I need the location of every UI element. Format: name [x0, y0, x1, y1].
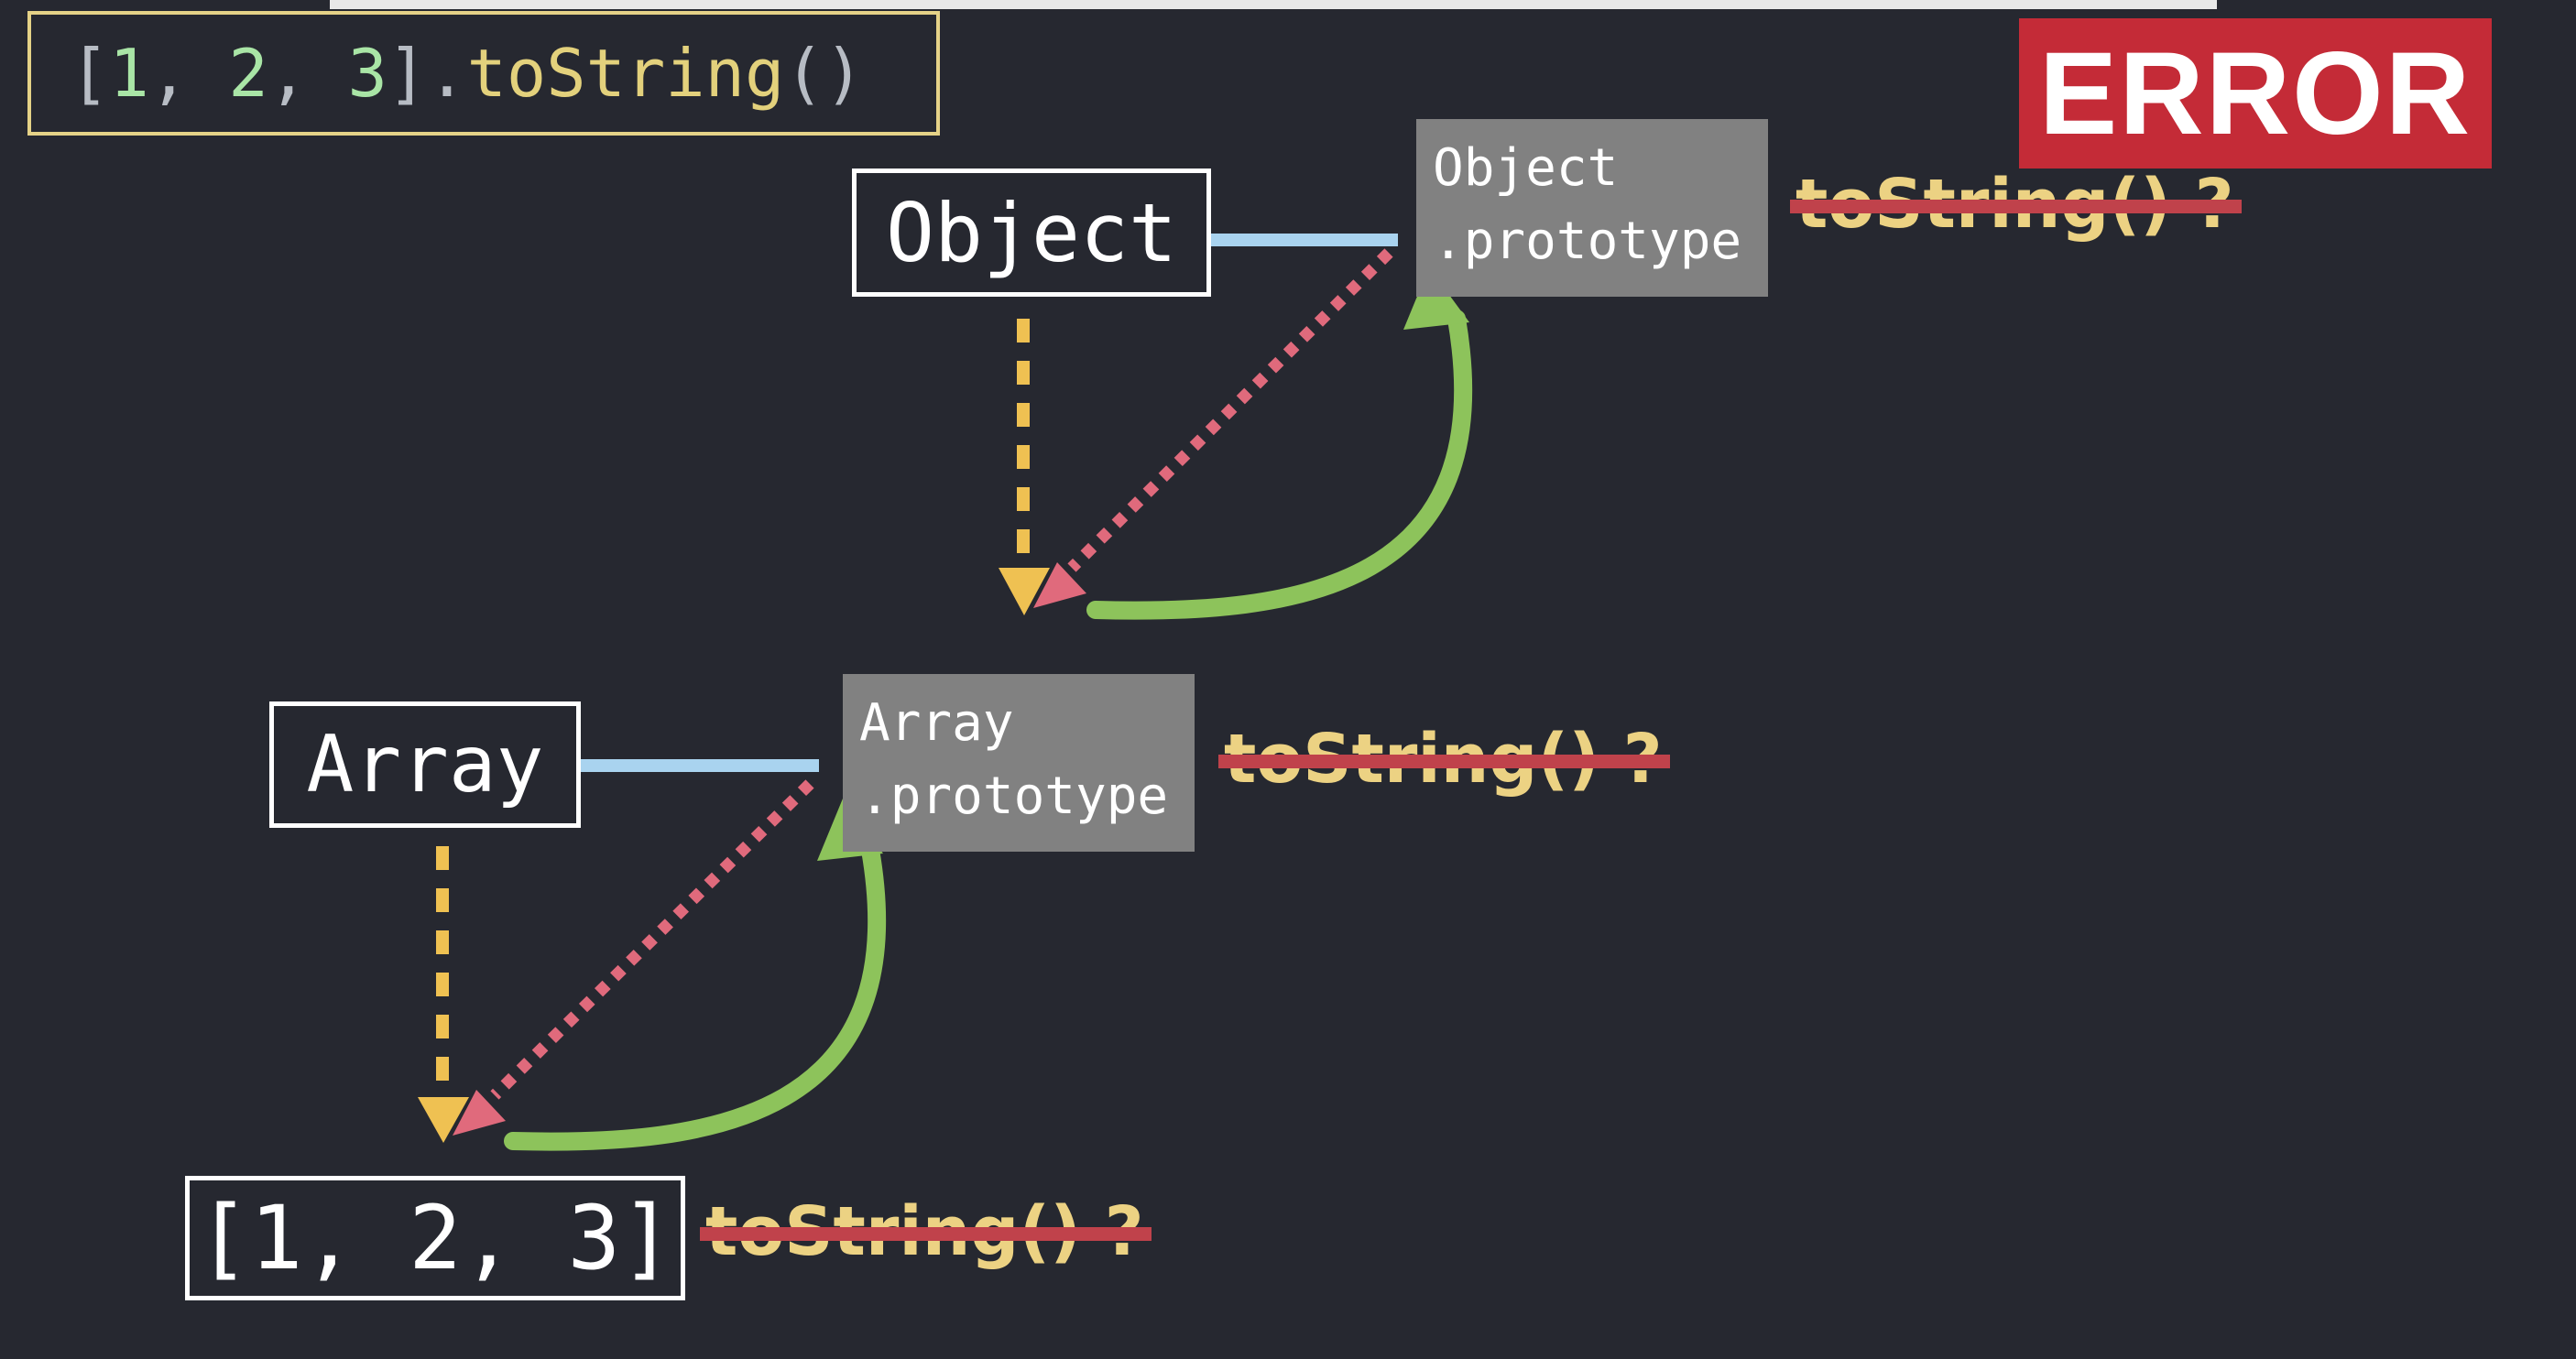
object-constructor-box: Object	[852, 169, 1211, 297]
array-proto-dotted-arrow	[490, 779, 814, 1100]
array-prototype-lookup: toString() ?	[1218, 720, 1670, 799]
diagram-canvas: [1, 2, 3]. toString() ERROR Object Object…	[0, 0, 2576, 1359]
array-constructor-box: Array	[269, 701, 581, 828]
object-prototype-lookup: toString() ?	[1790, 165, 2242, 244]
object-proto-dotted-arrow	[1067, 248, 1393, 572]
array-prototype-box: Array .prototype	[843, 674, 1195, 852]
instance-lookup: toString() ?	[700, 1192, 1152, 1271]
object-prototype-box: Object .prototype	[1416, 119, 1768, 297]
array-instance-box: [1, 2, 3]	[185, 1176, 685, 1300]
